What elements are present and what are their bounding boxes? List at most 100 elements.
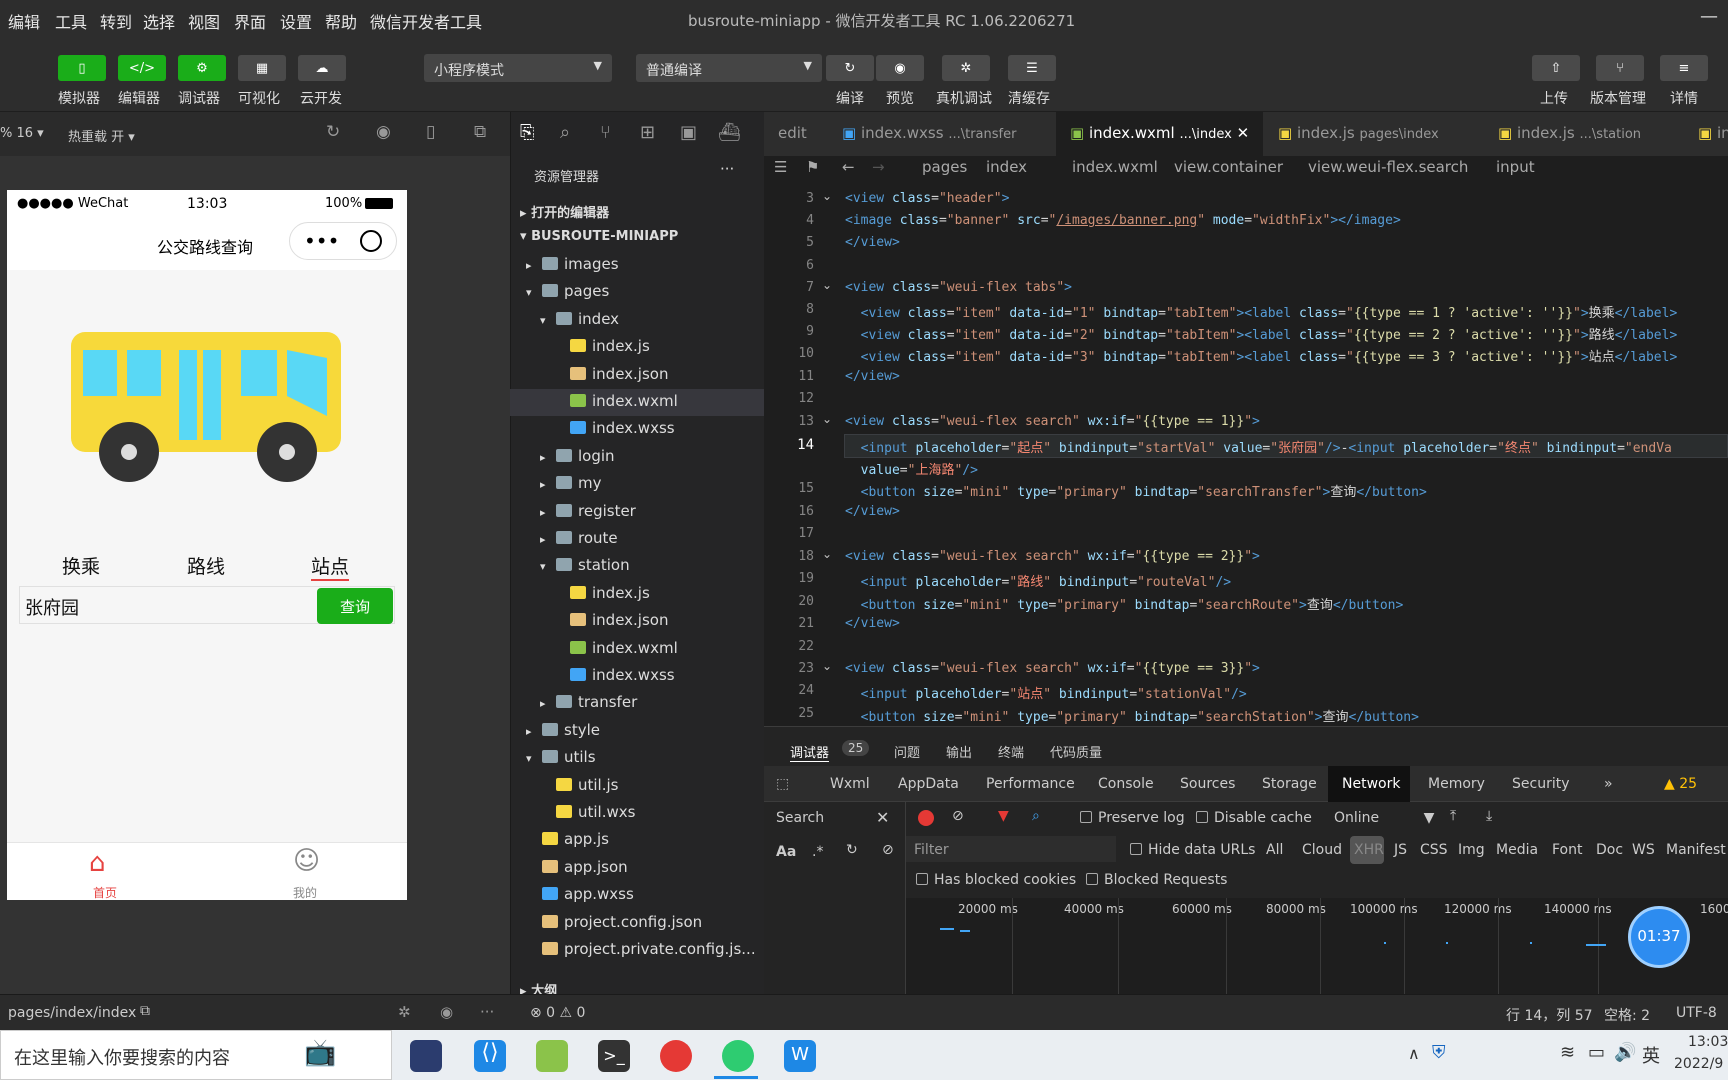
tree-item[interactable]: project.config.json: [526, 913, 702, 931]
tree-item[interactable]: app.js: [526, 830, 609, 848]
start-input[interactable]: 张府园: [25, 594, 79, 620]
details-icon[interactable]: ≡: [1660, 55, 1708, 81]
crumb-item[interactable]: input: [1496, 158, 1535, 176]
preview-label[interactable]: 预览: [886, 88, 914, 108]
compile-label[interactable]: 编译: [836, 88, 864, 108]
tree-item[interactable]: index.js: [554, 337, 650, 355]
search-icon[interactable]: ⌕: [560, 122, 570, 143]
back-icon[interactable]: ←: [842, 158, 855, 176]
record-icon[interactable]: [918, 810, 934, 826]
user-icon[interactable]: ☺: [293, 846, 320, 876]
type-filter[interactable]: JS: [1394, 842, 1407, 858]
panel-tab-performance[interactable]: Performance: [986, 776, 1075, 792]
debugger-label[interactable]: 调试器: [178, 88, 220, 108]
chrome-icon[interactable]: [660, 1040, 692, 1072]
open-editors[interactable]: ▸ 打开的编辑器: [520, 202, 609, 221]
wechat-icon[interactable]: [536, 1040, 568, 1072]
disable-cache-checkbox[interactable]: Disable cache: [1196, 810, 1312, 826]
fold-icon[interactable]: ⌄: [822, 547, 832, 561]
simulator-icon[interactable]: ▯: [58, 55, 106, 81]
tree-item[interactable]: ▾ station: [540, 556, 630, 574]
regex-toggle[interactable]: .*: [812, 844, 823, 860]
tree-item[interactable]: index.wxml: [554, 639, 678, 657]
fold-icon[interactable]: ⌄: [822, 659, 832, 673]
zoom-select[interactable]: % 16 ▾: [0, 126, 44, 141]
stop-icon[interactable]: ◉: [376, 122, 391, 142]
clear-log-icon[interactable]: ⊘: [952, 808, 964, 824]
tab-code-quality[interactable]: 代码质量: [1050, 742, 1102, 761]
tree-item[interactable]: ▾ utils: [526, 748, 596, 766]
tree-item[interactable]: ▸ route: [540, 529, 618, 547]
debugger-icon[interactable]: ⚙: [178, 55, 226, 81]
copy-icon[interactable]: ⧉: [140, 1003, 150, 1019]
cursor-position[interactable]: 行 14，列 57: [1506, 1005, 1593, 1025]
type-filter[interactable]: Media: [1496, 842, 1538, 858]
tree-item[interactable]: ▸ my: [540, 474, 602, 492]
type-filter[interactable]: All: [1266, 842, 1283, 858]
filter-icon[interactable]: ▼: [998, 808, 1009, 824]
simulator-label[interactable]: 模拟器: [58, 88, 100, 108]
tab-transfer[interactable]: 换乘: [62, 552, 100, 579]
warning-count[interactable]: ▲ 25: [1664, 776, 1697, 792]
version-label[interactable]: 版本管理: [1590, 88, 1646, 108]
eclipse-icon[interactable]: [410, 1040, 442, 1072]
terminal-icon[interactable]: >_: [598, 1040, 630, 1072]
type-filter[interactable]: Manifest: [1666, 842, 1726, 858]
menu-settings[interactable]: 设置: [280, 9, 312, 33]
preview-icon[interactable]: ◉: [876, 55, 924, 81]
forward-icon[interactable]: →: [872, 158, 885, 176]
phone-icon[interactable]: ▯: [426, 122, 435, 142]
type-filter[interactable]: CSS: [1420, 842, 1448, 858]
fold-icon[interactable]: ⌄: [822, 189, 832, 203]
tree-item[interactable]: ▸ transfer: [540, 693, 637, 711]
home-icon[interactable]: ⌂: [89, 848, 106, 878]
tree-item[interactable]: ▸ register: [540, 502, 636, 520]
details-label[interactable]: 详情: [1670, 88, 1698, 108]
crumb-item[interactable]: index: [986, 158, 1027, 176]
clear-icon[interactable]: ⊘: [882, 842, 894, 858]
panel-tab-storage[interactable]: Storage: [1262, 776, 1317, 792]
blocked-requests-checkbox[interactable]: Blocked Requests: [1086, 872, 1227, 888]
crumb-item[interactable]: view.container: [1174, 158, 1283, 176]
tab-route[interactable]: 路线: [187, 552, 225, 579]
tab-terminal[interactable]: 终端: [998, 742, 1024, 761]
menu-tools[interactable]: 工具: [55, 9, 87, 33]
tab-more[interactable]: ▣ in: [1684, 112, 1728, 156]
tree-item[interactable]: util.js: [540, 776, 618, 794]
tree-item[interactable]: ▾ pages: [526, 282, 609, 300]
taskbar-date[interactable]: 2022/9: [1674, 1056, 1723, 1072]
tree-item[interactable]: ▸ style: [526, 721, 600, 739]
indent-setting[interactable]: 空格: 2: [1604, 1005, 1650, 1025]
tree-item[interactable]: project.private.config.js...: [526, 940, 756, 958]
tray-up-icon[interactable]: ∧: [1408, 1044, 1420, 1063]
clear-cache-label[interactable]: 清缓存: [1008, 88, 1050, 108]
tree-item[interactable]: index.wxss: [554, 419, 675, 437]
visual-label[interactable]: 可视化: [238, 88, 280, 108]
tree-item[interactable]: app.json: [526, 858, 628, 876]
compile-icon[interactable]: ↻: [826, 55, 874, 81]
cloud-icon[interactable]: ☁: [298, 55, 346, 81]
extensions-icon[interactable]: ⊞: [640, 122, 655, 143]
nav-home[interactable]: 首页: [93, 884, 117, 900]
tab-index-js[interactable]: ▣ index.js pages\index: [1264, 112, 1453, 156]
cloud-label[interactable]: 云开发: [300, 88, 342, 108]
menu-help[interactable]: 帮助: [325, 9, 357, 33]
filter-input[interactable]: Filter: [914, 842, 949, 858]
tree-item[interactable]: index.js: [554, 584, 650, 602]
hide-data-urls-checkbox[interactable]: Hide data URLs: [1130, 842, 1255, 858]
more-icon[interactable]: ···: [480, 1003, 494, 1021]
tab-index-wxml[interactable]: ▣ index.wxml ...\index ✕: [1056, 112, 1264, 156]
type-filter[interactable]: Cloud: [1302, 842, 1342, 858]
tab-problems[interactable]: 问题: [894, 742, 920, 761]
menu-goto[interactable]: 转到: [100, 9, 132, 33]
panel-tab-sources[interactable]: Sources: [1180, 776, 1235, 792]
menu-interface[interactable]: 界面: [234, 9, 266, 33]
throttle-select[interactable]: Online ▼: [1334, 810, 1434, 826]
tree-item[interactable]: ▸ login: [540, 447, 615, 465]
list-icon[interactable]: ☰: [774, 158, 787, 176]
panel-tab-wxml[interactable]: Wxml: [830, 776, 870, 792]
battery-icon[interactable]: ▭: [1588, 1042, 1605, 1063]
refresh-icon[interactable]: ↻: [326, 122, 340, 142]
blocked-cookies-checkbox[interactable]: Has blocked cookies: [916, 872, 1076, 888]
tree-item[interactable]: index.wxss: [554, 666, 675, 684]
